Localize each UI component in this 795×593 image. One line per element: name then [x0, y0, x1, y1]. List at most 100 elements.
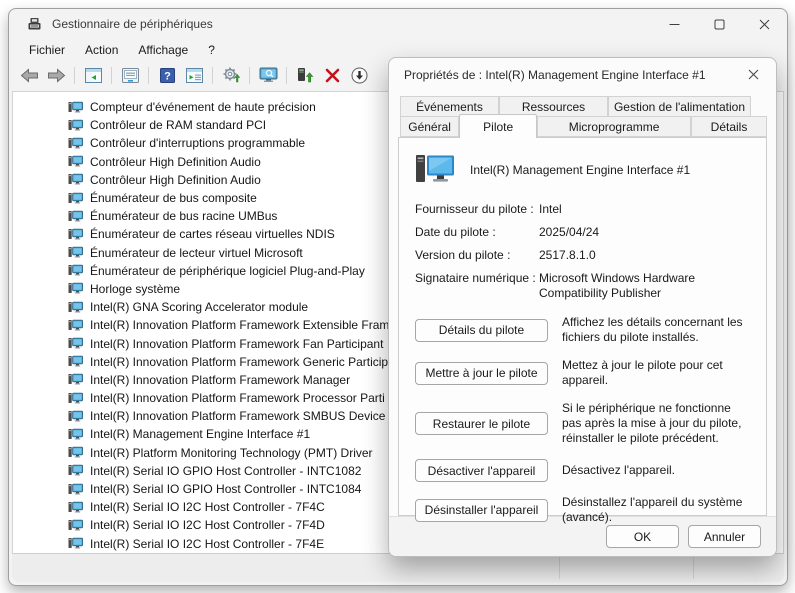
tree-item-label: Intel(R) Platform Monitoring Technology …	[90, 446, 373, 460]
tree-item-label: Intel(R) Innovation Platform Framework G…	[90, 355, 388, 369]
mettre-à-jour-le-pilote-button[interactable]: Mettre à jour le pilote	[415, 362, 548, 385]
system-device-icon	[68, 137, 83, 150]
statusbar-separator	[559, 557, 560, 579]
désinstaller-l-appareil-button[interactable]: Désinstaller l'appareil	[415, 499, 548, 522]
window-title: Gestionnaire de périphériques	[52, 17, 213, 31]
system-device-icon	[68, 319, 83, 332]
system-device-icon	[68, 101, 83, 114]
driver-fields: Fournisseur du pilote :IntelDate du pilo…	[415, 202, 750, 301]
action-description: Désinstallez l'appareil du système (avan…	[562, 495, 750, 525]
driver-field-row: Fournisseur du pilote :Intel	[415, 202, 750, 217]
toolbar-separator	[74, 67, 75, 84]
tree-item-label: Intel(R) Innovation Platform Framework M…	[90, 373, 350, 387]
détails-du-pilote-button[interactable]: Détails du pilote	[415, 319, 548, 342]
maximize-button[interactable]	[697, 9, 742, 39]
driver-action-row: Désinstaller l'appareil Désinstallez l'ap…	[415, 495, 750, 525]
tree-item-label: Énumérateur de lecteur virtuel Microsoft	[90, 246, 303, 260]
restaurer-le-pilote-button[interactable]: Restaurer le pilote	[415, 412, 548, 435]
ok-button[interactable]: OK	[606, 525, 679, 548]
driver-field-row: Signataire numérique :Microsoft Windows …	[415, 271, 750, 301]
field-label: Date du pilote :	[415, 225, 539, 240]
statusbar	[12, 553, 784, 582]
system-device-icon	[68, 537, 83, 550]
action-description: Affichez les détails concernant les fich…	[562, 315, 750, 345]
tree-item-label: Énumérateur de périphérique logiciel Plu…	[90, 264, 365, 278]
toolbar-separator	[212, 67, 213, 84]
system-device-icon	[68, 228, 83, 241]
close-button[interactable]	[742, 9, 787, 39]
désactiver-l-appareil-button[interactable]: Désactiver l'appareil	[415, 459, 548, 482]
system-device-icon	[68, 446, 83, 459]
tree-item-label: Énumérateur de bus racine UMBus	[90, 209, 277, 223]
tree-item-label: Intel(R) Management Engine Interface #1	[90, 427, 310, 441]
field-value: 2025/04/24	[539, 225, 750, 240]
action-description: Désactivez l'appareil.	[562, 463, 750, 478]
menu-item-affichage[interactable]: Affichage	[128, 40, 198, 60]
tree-item-label: Énumérateur de bus composite	[90, 191, 257, 205]
system-device-icon	[68, 282, 83, 295]
help-icon[interactable]: ?	[155, 64, 179, 86]
tab-détails[interactable]: Détails	[691, 116, 767, 137]
field-value: 2517.8.1.0	[539, 248, 750, 263]
show-console-tree-icon[interactable]	[81, 64, 105, 86]
field-label: Fournisseur du pilote :	[415, 202, 539, 217]
update-driver-icon[interactable]	[293, 64, 317, 86]
menu-item-?[interactable]: ?	[198, 40, 225, 60]
system-device-icon	[68, 210, 83, 223]
toolbar-separator	[249, 67, 250, 84]
driver-field-row: Date du pilote :2025/04/24	[415, 225, 750, 240]
tab-microprogramme[interactable]: Microprogramme	[537, 116, 691, 137]
dialog-close-icon[interactable]	[736, 60, 770, 90]
uninstall-device-icon[interactable]	[320, 64, 344, 86]
tree-item-label: Contrôleur de RAM standard PCI	[90, 118, 266, 132]
tree-item-label: Contrôleur d'interruptions programmable	[90, 136, 305, 150]
tree-item-label: Horloge système	[90, 282, 180, 296]
app-icon	[27, 17, 42, 32]
cancel-button[interactable]: Annuler	[688, 525, 761, 548]
system-device-icon	[68, 155, 83, 168]
export-list-icon[interactable]	[182, 64, 206, 86]
system-device-icon	[68, 264, 83, 277]
titlebar[interactable]: Gestionnaire de périphériques	[9, 9, 787, 39]
tab-gestion-de-l-alimentation[interactable]: Gestion de l'alimentation	[608, 96, 751, 117]
toolbar-separator	[286, 67, 287, 84]
tree-item-label: Intel(R) Serial IO GPIO Host Controller …	[90, 464, 361, 478]
dialog-titlebar[interactable]: Propriétés de : Intel(R) Management Engi…	[389, 58, 776, 91]
device-name: Intel(R) Management Engine Interface #1	[470, 163, 690, 177]
menu-item-fichier[interactable]: Fichier	[19, 40, 75, 60]
tree-item-label: Énumérateur de cartes réseau virtuelles …	[90, 227, 335, 241]
system-device-icon	[68, 519, 83, 532]
tab-strip: ÉvénementsRessourcesGestion de l'aliment…	[398, 96, 767, 138]
disable-device-icon[interactable]	[347, 64, 371, 86]
system-device-icon	[68, 173, 83, 186]
driver-action-row: Désactiver l'appareil Désactivez l'appare…	[415, 459, 750, 482]
system-device-icon	[68, 337, 83, 350]
back-icon[interactable]	[17, 64, 41, 86]
system-device-icon	[68, 301, 83, 314]
scan-hardware-changes-icon[interactable]	[219, 64, 243, 86]
field-label: Version du pilote :	[415, 248, 539, 263]
system-device-icon	[68, 392, 83, 405]
tree-item-label: Intel(R) Innovation Platform Framework S…	[90, 409, 385, 423]
menu-item-action[interactable]: Action	[75, 40, 128, 60]
system-device-icon	[68, 355, 83, 368]
tab-général[interactable]: Général	[400, 116, 459, 137]
field-value: Intel	[539, 202, 750, 217]
properties-icon[interactable]	[118, 64, 142, 86]
tree-item-label: Intel(R) Serial IO GPIO Host Controller …	[90, 482, 361, 496]
tab-pilote[interactable]: Pilote	[459, 114, 537, 138]
search-devices-icon[interactable]	[256, 64, 280, 86]
system-device-icon	[68, 483, 83, 496]
system-device-icon	[68, 246, 83, 259]
driver-action-row: Restaurer le piloteSi le périphérique ne…	[415, 401, 750, 446]
driver-action-row: Détails du pilote Affichez les détails co…	[415, 315, 750, 345]
system-device-icon	[68, 464, 83, 477]
statusbar-separator	[693, 557, 694, 579]
tree-item-label: Intel(R) Innovation Platform Framework F…	[90, 337, 383, 351]
tree-item-label: Intel(R) GNA Scoring Accelerator module	[90, 300, 308, 314]
driver-field-row: Version du pilote :2517.8.1.0	[415, 248, 750, 263]
minimize-button[interactable]	[652, 9, 697, 39]
system-device-icon	[68, 192, 83, 205]
tree-item-label: Intel(R) Serial IO I2C Host Controller -…	[90, 537, 324, 551]
forward-icon[interactable]	[44, 64, 68, 86]
